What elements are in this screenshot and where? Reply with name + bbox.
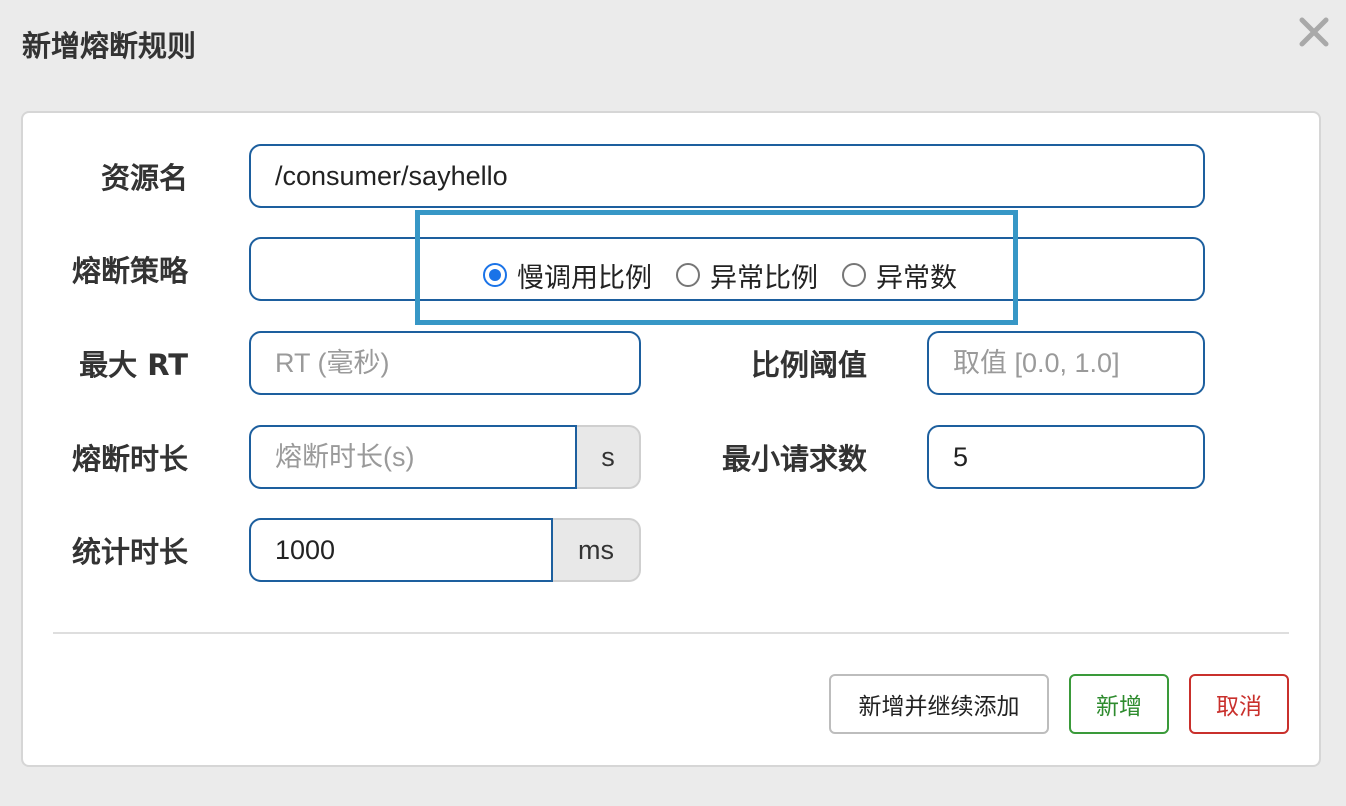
strategy-label: 熔断策略 (71, 254, 188, 288)
cancel-button[interactable]: 取消 (1189, 674, 1289, 734)
radio-checked-icon[interactable] (483, 263, 507, 287)
resource-label: 资源名 (100, 161, 188, 195)
radio-unchecked-icon[interactable] (842, 263, 866, 287)
strategy-option-label: 异常比例 (710, 262, 818, 294)
stat-interval-input[interactable] (249, 518, 553, 582)
form-panel: 资源名 熔断策略 慢调用比例 异常比例 异常数 最大 RT 比例阈值 熔断时长 … (21, 111, 1321, 767)
ratio-threshold-input[interactable] (927, 331, 1205, 395)
footer-divider (53, 632, 1289, 634)
stat-interval-unit: ms (553, 518, 641, 582)
min-requests-input[interactable] (927, 425, 1205, 489)
strategy-option-label: 异常数 (876, 262, 957, 294)
stat-interval-label: 统计时长 (71, 535, 188, 569)
add-button[interactable]: 新增 (1069, 674, 1169, 734)
ratio-threshold-label: 比例阈值 (750, 348, 867, 382)
break-duration-input[interactable] (249, 425, 577, 489)
add-and-continue-button[interactable]: 新增并继续添加 (829, 674, 1049, 734)
radio-unchecked-icon[interactable] (676, 263, 700, 287)
close-button[interactable] (1294, 12, 1334, 52)
dialog-title: 新增熔断规则 (22, 29, 197, 63)
min-requests-label: 最小请求数 (721, 442, 867, 476)
strategy-radio-group: 慢调用比例 异常比例 异常数 (483, 255, 981, 295)
strategy-option-slow-ratio[interactable]: 慢调用比例 (483, 256, 652, 295)
close-icon (1299, 17, 1329, 47)
break-duration-label: 熔断时长 (71, 442, 188, 476)
strategy-option-error-ratio[interactable]: 异常比例 (676, 256, 818, 295)
strategy-option-label: 慢调用比例 (517, 262, 652, 294)
break-duration-unit: s (577, 425, 641, 489)
max-rt-label: 最大 RT (79, 348, 188, 382)
max-rt-input[interactable] (249, 331, 641, 395)
resource-input[interactable] (249, 144, 1205, 208)
strategy-option-error-count[interactable]: 异常数 (842, 256, 957, 295)
